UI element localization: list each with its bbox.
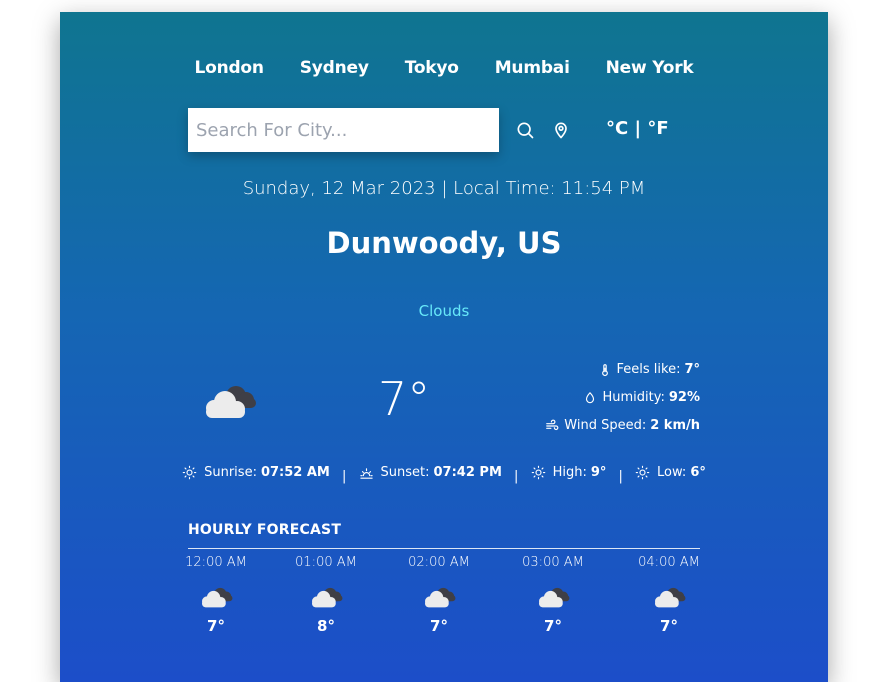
cloud-icon (312, 587, 343, 608)
hourly-temperature: 7° (660, 617, 678, 635)
search-icon[interactable] (515, 120, 535, 140)
hourly-item: 03:00 AM 7° (513, 555, 593, 635)
current-temperature: 7° (378, 372, 431, 426)
hourly-item: 01:00 AM 8° (286, 555, 366, 635)
divider (188, 548, 700, 549)
feels-like-row: Feels like: 7° (598, 362, 700, 377)
hourly-item: 04:00 AM 7° (629, 555, 709, 635)
location-pin-icon[interactable] (551, 120, 571, 140)
hourly-time: 03:00 AM (522, 555, 584, 570)
low-label: Low: (657, 465, 687, 480)
weather-condition: Clouds (418, 302, 470, 320)
wind-row: Wind Speed: 2 km/h (545, 418, 700, 433)
feels-like-label: Feels like: (616, 362, 681, 377)
droplet-icon (586, 391, 595, 403)
search-input[interactable] (188, 108, 499, 152)
city-link-sydney[interactable]: Sydney (300, 58, 369, 78)
hourly-time: 12:00 AM (185, 555, 247, 570)
fahrenheit-button[interactable]: °F (647, 118, 668, 139)
wind-value: 2 km/h (650, 418, 700, 433)
sunset-item: Sunset: 07:42 PM (359, 465, 502, 480)
humidity-row: Humidity: 92% (583, 390, 700, 405)
sun-icon (635, 465, 650, 480)
sunrise-item: Sunrise: 07:52 AM (182, 465, 330, 480)
wind-icon (546, 419, 559, 430)
sunset-value: 07:42 PM (433, 465, 502, 480)
hourly-temperature: 8° (317, 617, 335, 635)
hourly-temperature: 7° (207, 617, 225, 635)
hourly-time: 04:00 AM (638, 555, 700, 570)
separator: | (342, 469, 347, 484)
sun-icon (531, 465, 545, 480)
location-title: Dunwoody, US (326, 226, 562, 260)
celsius-button[interactable]: °C (606, 118, 628, 139)
sunrise-label: Sunrise: (204, 465, 257, 480)
separator: | (618, 469, 623, 484)
cloud-icon (425, 587, 456, 608)
city-link-new-york[interactable]: New York (606, 58, 694, 78)
low-value: 6° (690, 465, 706, 480)
low-item: Low: 6° (635, 465, 706, 480)
cloud-icon (655, 587, 686, 608)
sunset-icon (359, 468, 373, 479)
weather-card: London Sydney Tokyo Mumbai New York °C |… (60, 12, 828, 682)
high-value: 9° (590, 465, 607, 480)
hourly-temperature: 7° (544, 617, 562, 635)
cloud-icon (206, 386, 256, 418)
feels-like-value: 7° (684, 362, 700, 377)
city-link-london[interactable]: London (194, 58, 264, 78)
city-nav: London Sydney Tokyo Mumbai New York (60, 58, 828, 78)
hourly-time: 02:00 AM (408, 555, 470, 570)
humidity-value: 92% (668, 390, 700, 405)
local-datetime: Sunday, 12 Mar 2023 | Local Time: 11:54 … (242, 178, 646, 199)
hourly-temperature: 7° (430, 617, 448, 635)
search-row: °C | °F (188, 108, 708, 152)
unit-separator: | (634, 118, 642, 139)
sun-icon (182, 465, 197, 480)
hourly-item: 02:00 AM 7° (399, 555, 479, 635)
humidity-label: Humidity: (602, 390, 665, 405)
cloud-icon (202, 587, 233, 608)
high-item: High: 9° (531, 465, 607, 480)
sunset-label: Sunset: (380, 465, 430, 480)
separator: | (514, 469, 519, 484)
unit-toggle: °C | °F (606, 118, 669, 139)
hourly-time: 01:00 AM (295, 555, 357, 570)
cloud-icon (539, 587, 570, 608)
wind-label: Wind Speed: (564, 418, 647, 433)
high-label: High: (552, 465, 587, 480)
sun-details-row: Sunrise: 07:52 AM | Sunset: 07:42 PM | H… (60, 465, 828, 484)
hourly-forecast-title: HOURLY FORECAST (188, 522, 342, 538)
sunrise-value: 07:52 AM (260, 465, 330, 480)
city-link-mumbai[interactable]: Mumbai (495, 58, 570, 78)
thermometer-icon (601, 363, 608, 376)
city-link-tokyo[interactable]: Tokyo (405, 58, 459, 78)
hourly-item: 12:00 AM 7° (176, 555, 256, 635)
